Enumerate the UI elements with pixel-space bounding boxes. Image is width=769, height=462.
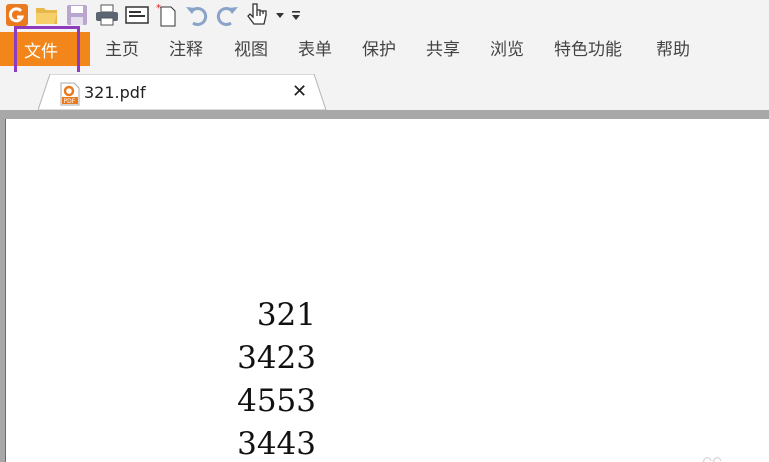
watermark-logo <box>699 450 729 462</box>
menu-featured[interactable]: 特色功能 <box>554 38 622 62</box>
redo-icon[interactable] <box>212 1 242 29</box>
menu-comment[interactable]: 注释 <box>169 38 203 62</box>
dropdown-arrow-icon[interactable] <box>272 1 288 29</box>
scan-icon[interactable] <box>122 1 152 29</box>
menu-help[interactable]: 帮助 <box>656 38 690 62</box>
file-menu-tab[interactable]: 文件 <box>0 32 90 66</box>
menu-protect[interactable]: 保护 <box>362 38 396 62</box>
ribbon-menu-bar: 文件 主页 注释 视图 表单 保护 共享 浏览 特色功能 帮助 <box>0 26 769 76</box>
svg-text:*: * <box>156 3 161 14</box>
customize-toolbar-icon[interactable] <box>288 1 304 29</box>
document-tab-title: 321.pdf <box>84 83 146 102</box>
list-item: 4553 <box>237 383 316 419</box>
tab-separator-bar <box>0 110 769 119</box>
save-icon[interactable] <box>62 1 92 29</box>
undo-icon[interactable] <box>182 1 212 29</box>
list-item: 321 <box>256 297 316 333</box>
new-document-icon[interactable]: * <box>152 1 182 29</box>
document-tab-strip: PDF 321.pdf ✕ <box>0 72 769 110</box>
menu-browse[interactable]: 浏览 <box>490 38 524 62</box>
pdf-page: 321 3423 4553 3443 <box>5 119 769 462</box>
number-list: 321 3423 4553 3443 <box>206 294 316 462</box>
list-item: 3443 <box>237 426 316 462</box>
hand-tool-icon[interactable] <box>242 1 272 29</box>
menu-home[interactable]: 主页 <box>105 38 139 62</box>
menu-form[interactable]: 表单 <box>298 38 332 62</box>
svg-text:PDF: PDF <box>64 98 76 105</box>
file-menu-label: 文件 <box>24 41 58 62</box>
quick-access-toolbar: * <box>0 0 769 30</box>
pdf-file-icon: PDF <box>60 82 80 110</box>
app-logo-icon[interactable] <box>2 1 32 29</box>
open-folder-icon[interactable] <box>32 1 62 29</box>
close-tab-icon[interactable]: ✕ <box>292 83 307 101</box>
document-viewport[interactable]: 321 3423 4553 3443 <box>0 119 769 462</box>
print-icon[interactable] <box>92 1 122 29</box>
menu-share[interactable]: 共享 <box>426 38 460 62</box>
list-item: 3423 <box>237 340 316 376</box>
document-tab[interactable]: PDF 321.pdf ✕ <box>38 74 328 110</box>
menu-view[interactable]: 视图 <box>234 38 268 62</box>
